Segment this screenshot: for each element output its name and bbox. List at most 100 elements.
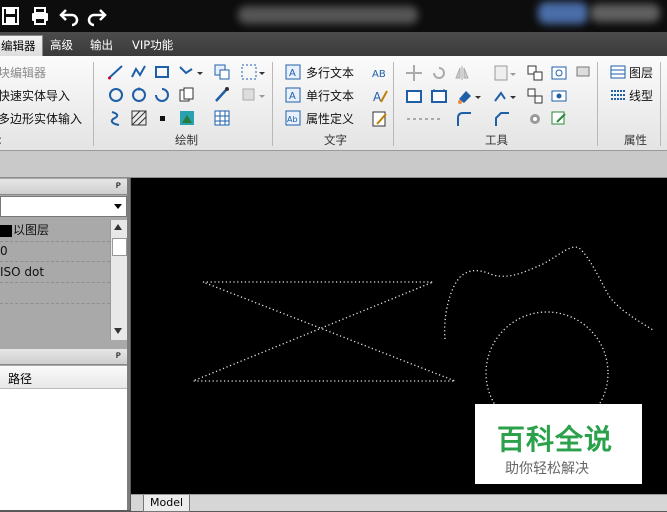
group-label-draw: 绘制 [175, 133, 198, 147]
curve-icon[interactable] [107, 109, 125, 127]
pin-icon[interactable]: ᴘ [116, 350, 121, 361]
table-icon[interactable] [213, 109, 231, 127]
properties-panel-header: ᴘ [0, 179, 127, 195]
watermark: 百科全说 助你轻松解决 [475, 404, 642, 484]
save-icon[interactable] [0, 5, 22, 27]
image-icon[interactable] [178, 109, 196, 127]
array-icon[interactable] [526, 64, 544, 82]
scroll-down-icon[interactable] [114, 328, 122, 334]
prop-value-layer[interactable]: 0 [0, 241, 110, 262]
circle-icon[interactable] [107, 86, 125, 104]
mtext-icon[interactable]: A [285, 64, 301, 80]
quick-entity-import-button[interactable]: 快速实体导入 [0, 87, 70, 104]
properties-scrollbar[interactable] [110, 220, 127, 340]
group-label-text: 文字 [324, 133, 347, 147]
stretch-icon[interactable] [430, 87, 448, 105]
block-icon[interactable] [574, 64, 592, 82]
polygon-entity-input-button[interactable]: 多边形实体输入 [0, 110, 82, 127]
title-bar [0, 0, 667, 32]
rectangle-icon[interactable] [153, 63, 171, 81]
tab-editor[interactable]: 编辑器 [0, 35, 43, 57]
hatch-dropdown-icon[interactable] [240, 63, 268, 81]
path-column-label[interactable]: 路径 [8, 370, 32, 387]
menu-bar: 编辑器 高级 输出 VIP功能 [0, 32, 667, 57]
mtext-button[interactable]: 多行文本 [306, 64, 354, 81]
prop-value-linetype[interactable]: ISO dot [0, 262, 110, 283]
block-editor-button[interactable]: 块编辑器 [0, 64, 46, 81]
point-icon[interactable] [153, 109, 171, 127]
gear-icon[interactable] [526, 110, 544, 128]
panel-splitter[interactable] [127, 178, 130, 510]
curve-shape [443, 246, 654, 340]
prop-value-color: 以图层 [13, 223, 50, 237]
scale-icon[interactable] [405, 87, 423, 105]
svg-text:A: A [289, 91, 296, 102]
blurred-title [238, 6, 418, 24]
mirror-icon[interactable] [453, 64, 471, 82]
layers-button[interactable]: 图层 [629, 64, 653, 81]
hatch-icon[interactable] [130, 109, 148, 127]
fill-dropdown-icon[interactable] [456, 87, 484, 105]
chamfer-icon[interactable] [493, 110, 511, 128]
rotate-icon[interactable] [430, 64, 448, 82]
attdef-button[interactable]: 属性定义 [306, 110, 354, 127]
refresh-window-icon[interactable] [550, 64, 568, 82]
region-dropdown-icon[interactable] [240, 86, 268, 104]
layers-icon[interactable] [610, 64, 626, 80]
undo-icon[interactable] [58, 5, 80, 27]
ribbon-separator [597, 62, 598, 146]
move-icon[interactable] [405, 64, 423, 82]
attdef-icon[interactable]: Ab [285, 110, 301, 126]
print-icon[interactable] [29, 5, 51, 27]
tab-vip[interactable]: VIP功能 [126, 35, 179, 56]
linetype-icon[interactable] [610, 87, 626, 103]
spline-dropdown-icon[interactable] [178, 63, 206, 81]
scroll-thumb[interactable] [112, 238, 127, 256]
pattern-dropdown-icon[interactable] [493, 87, 519, 105]
ribbon-separator [272, 62, 273, 146]
prop-row-color[interactable]: 以图层 [0, 220, 110, 240]
files-panel-header: ᴘ [0, 349, 127, 365]
tab-output[interactable]: 输出 [84, 35, 119, 56]
layout-tabs: Model [131, 494, 667, 512]
text-note-icon[interactable] [371, 110, 389, 128]
export-icon[interactable] [550, 110, 568, 128]
stext-button[interactable]: 单行文本 [306, 87, 354, 104]
tab-advanced[interactable]: 高级 [44, 35, 79, 56]
stext-icon[interactable]: A [285, 87, 301, 103]
text-style-icon[interactable]: AB [371, 64, 389, 82]
bowtie-shape [192, 281, 456, 382]
line-icon[interactable] [107, 63, 125, 81]
view-icon[interactable] [550, 87, 568, 105]
group-label-tools: 工具 [485, 133, 508, 147]
arc-icon[interactable] [130, 86, 148, 104]
insert-block-icon[interactable] [213, 63, 231, 81]
linetype-button[interactable]: 线型 [629, 87, 653, 104]
scroll-up-icon[interactable] [114, 224, 122, 230]
chevron-down-icon [114, 204, 122, 209]
color-swatch [0, 225, 12, 237]
fillet-icon[interactable] [455, 110, 473, 128]
ribbon-separator [93, 62, 94, 146]
toolbar-strip [0, 151, 667, 178]
group-dropdown-icon[interactable] [493, 64, 519, 82]
text-edit-icon[interactable]: A [371, 87, 389, 105]
left-panel: ᴘ 以图层 0 ISO dot ᴘ 路径 [0, 178, 130, 510]
group-label-props: 属性 [624, 133, 647, 147]
ribbon-separator [660, 62, 661, 146]
polyline-icon[interactable] [130, 63, 148, 81]
pen-icon[interactable] [213, 86, 231, 104]
svg-text:Ab: Ab [287, 115, 298, 124]
left-group-label: : [0, 133, 2, 147]
ellipse-icon[interactable] [153, 86, 171, 104]
dashed-line-icon[interactable] [405, 110, 445, 128]
redo-icon[interactable] [86, 5, 108, 27]
entity-select[interactable] [0, 196, 127, 217]
files-list: 路径 [0, 366, 127, 510]
explode-icon[interactable] [526, 87, 544, 105]
watermark-title: 百科全说 [497, 423, 614, 456]
copy-icon[interactable] [178, 86, 196, 104]
prop-value-scale[interactable] [0, 283, 110, 304]
tab-model[interactable]: Model [143, 495, 191, 512]
pin-icon[interactable]: ᴘ [116, 180, 121, 191]
